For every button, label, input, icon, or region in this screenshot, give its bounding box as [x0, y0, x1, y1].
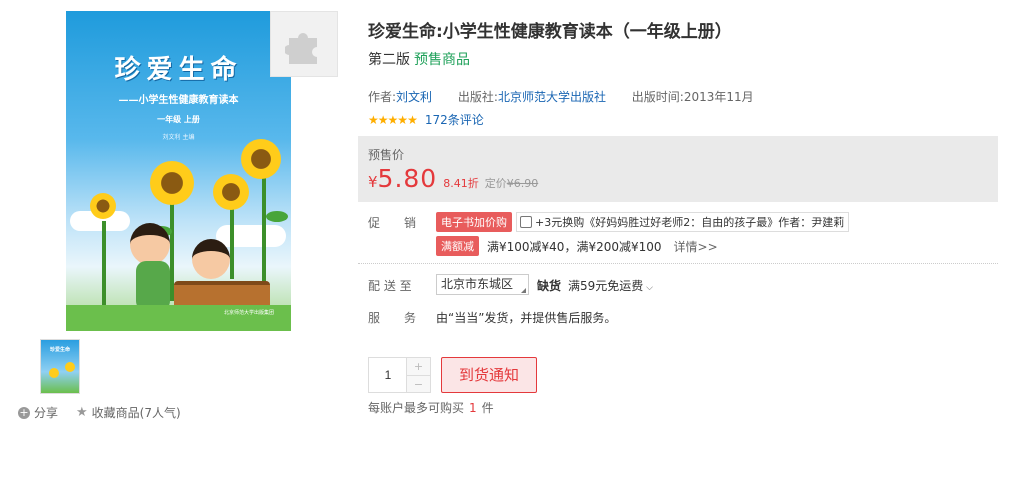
- thumbnail-sunflower: [65, 362, 75, 372]
- share-button[interactable]: + 分享: [18, 404, 58, 421]
- pub-date-label: 出版时间:: [631, 90, 684, 104]
- author-link[interactable]: 刘文利: [396, 90, 432, 104]
- sunflower-stem: [102, 221, 106, 311]
- star-icon: ★: [76, 405, 88, 420]
- rating-stars: ★★★★★: [368, 112, 418, 127]
- increase-button[interactable]: +: [407, 358, 430, 375]
- gallery-actions: + 分享 ★ 收藏商品(7人气): [18, 404, 199, 421]
- presale-tag: 预售商品: [414, 52, 470, 68]
- author-label: 作者:: [368, 90, 397, 104]
- product-meta: 作者:刘文利 出版社:北京师范大学出版社 出版时间:2013年11月: [368, 88, 776, 105]
- promotion-details-link[interactable]: 详情>>: [674, 238, 718, 255]
- currency-symbol: ¥: [368, 173, 378, 191]
- cover-grade: 一年级 上册: [157, 115, 200, 124]
- full-discount-tag: 满额减: [436, 236, 479, 256]
- star-icon: ★: [407, 112, 418, 127]
- sunflower-leaf: [266, 211, 288, 222]
- notify-restock-button[interactable]: 到货通知: [441, 357, 537, 393]
- discount-rate: 8.41折: [443, 177, 479, 190]
- destination-select[interactable]: 北京市东城区: [436, 274, 529, 295]
- sunflower: [150, 161, 194, 205]
- reviews-link[interactable]: 172条评论: [425, 111, 484, 128]
- review-suffix: 条评论: [447, 113, 484, 127]
- service-label: 服 务: [368, 311, 417, 325]
- caret-corner-icon: [521, 288, 526, 293]
- cover-title: 珍爱生命: [114, 55, 243, 85]
- cover-publisher-mark: 北京师范大学出版集团: [224, 310, 275, 316]
- sunflower: [241, 139, 281, 179]
- star-icon: ★: [387, 112, 399, 127]
- stepper-controls: + −: [406, 358, 430, 392]
- free-shipping-text: 满59元免运费: [568, 279, 644, 293]
- ebook-addon-tag: 电子书加价购: [436, 212, 512, 232]
- price-row: ¥ 5.80 8.41折 定价 ¥6.90: [368, 164, 538, 193]
- product-thumbnail[interactable]: 珍爱生命: [40, 339, 80, 394]
- plus-circle-icon: +: [18, 405, 30, 419]
- edition-text: 第二版: [368, 52, 410, 68]
- main-product-image[interactable]: 珍爱生命 ——小学生性健康教育读本 一年级 上册 刘文利 主编 北京师范大学出版…: [66, 11, 291, 331]
- share-label: 分享: [34, 406, 59, 420]
- promotion-discount: 满额减 满¥100减¥40，满¥200减¥100 详情>>: [436, 236, 718, 256]
- rating-row: ★★★★★ 172条评论: [368, 111, 484, 128]
- stock-status: 缺货: [537, 279, 562, 293]
- cover-cloud: [216, 225, 286, 247]
- purchase-limit: 每账户最多可购买 1 件: [368, 399, 494, 416]
- original-price: ¥6.90: [506, 177, 539, 190]
- presale-price: 5.80: [377, 164, 438, 193]
- decrease-button[interactable]: −: [407, 375, 430, 392]
- price-box: 预售价 ¥ 5.80 8.41折 定价 ¥6.90: [358, 136, 998, 202]
- star-icon: ★: [368, 112, 379, 127]
- cover-girl-head: [192, 239, 230, 279]
- full-discount-text: 满¥100减¥40，满¥200减¥100: [487, 239, 662, 254]
- ebook-addon-option[interactable]: +3元换购《好妈妈胜过好老师2：自由的孩子最》作者：尹建莉: [516, 212, 850, 232]
- thumbnail-title: 珍爱生命: [49, 347, 70, 353]
- star-icon: ★: [377, 112, 389, 127]
- limit-prefix: 每账户最多可购买: [368, 401, 465, 415]
- ebook-addon-checkbox[interactable]: [520, 216, 532, 228]
- publisher-link[interactable]: 北京师范大学出版社: [498, 90, 606, 104]
- product-subtitle: 第二版 预售商品: [368, 49, 470, 69]
- quantity-stepper: + −: [368, 357, 431, 393]
- sunflower-stem: [262, 176, 266, 286]
- cover-subtitle: ——小学生性健康教育读本: [118, 95, 239, 106]
- promotion-label: 促 销: [368, 216, 417, 230]
- ebook-addon-text: +3元换购《好妈妈胜过好老师2：自由的孩子最》作者：尹建莉: [535, 216, 845, 229]
- cover-boy-body: [136, 261, 170, 311]
- delivery-label: 配 送 至: [368, 279, 412, 293]
- cover-boy-head: [130, 223, 170, 265]
- sunflower-stem: [230, 209, 234, 279]
- review-count: 172: [424, 113, 448, 127]
- placeholder-image[interactable]: [270, 11, 338, 77]
- star-icon: ★: [397, 112, 408, 127]
- thumbnail-sunflower: [49, 368, 59, 378]
- product-title: 珍爱生命:小学生性健康教育读本（一年级上册）: [368, 22, 732, 42]
- destination-value: 北京市东城区: [441, 277, 514, 291]
- pub-date: 2013年11月: [683, 90, 754, 104]
- price-label: 预售价: [368, 148, 405, 162]
- limit-suffix: 件: [481, 401, 494, 415]
- sunflower: [213, 174, 249, 210]
- favorite-button[interactable]: ★ 收藏商品(7人气): [76, 404, 181, 421]
- sunflower: [90, 193, 116, 219]
- quantity-input[interactable]: [369, 358, 407, 392]
- promotion-ebook: 电子书加价购 +3元换购《好妈妈胜过好老师2：自由的孩子最》作者：尹建莉: [436, 212, 850, 232]
- free-shipping-dropdown[interactable]: 满59元免运费 ⌵: [568, 277, 653, 294]
- original-price-label: 定价: [484, 177, 507, 190]
- limit-number: 1: [469, 401, 477, 415]
- section-divider: [358, 263, 998, 264]
- publisher-label: 出版社:: [457, 90, 498, 104]
- puzzle-icon: [284, 26, 325, 69]
- favorite-label: 收藏商品(7人气): [91, 406, 181, 420]
- service-text: 由“当当”发货，并提供售后服务。: [436, 311, 617, 325]
- chevron-down-icon: ⌵: [643, 283, 653, 293]
